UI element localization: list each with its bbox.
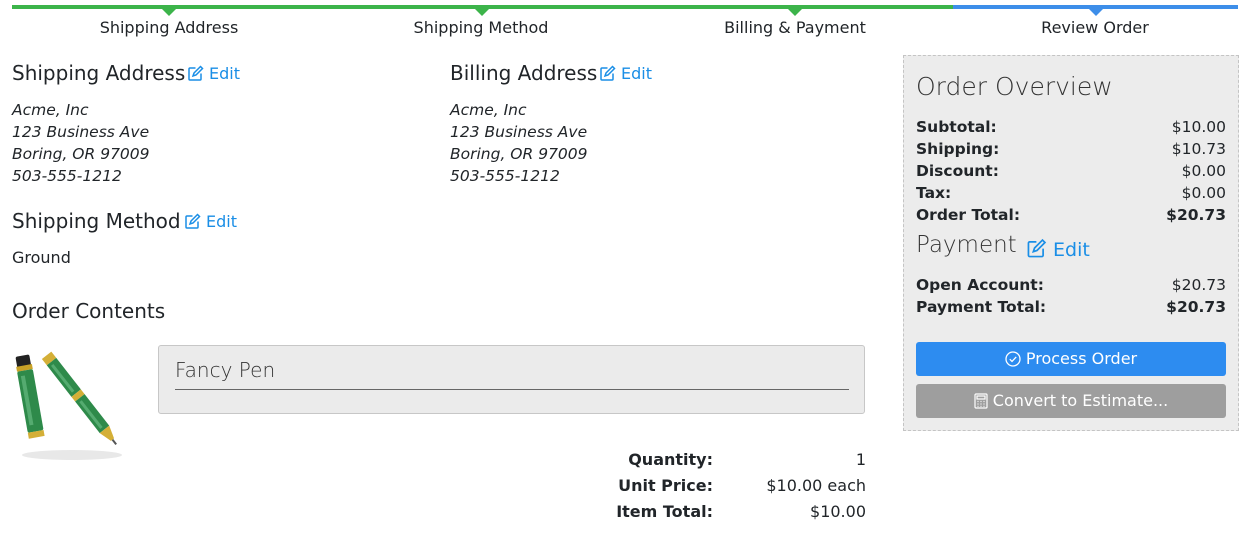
edit-shipping-address-link[interactable]: Edit: [187, 64, 240, 84]
shipping-value: $10.73: [1171, 140, 1226, 158]
address-line: 123 Business Ave: [12, 123, 150, 141]
edit-label: Edit: [206, 212, 237, 231]
shipping-address-block: Acme, Inc 123 Business Ave Boring, OR 97…: [12, 99, 150, 187]
subtotal-row: Subtotal: $10.00: [916, 118, 1226, 140]
discount-row: Discount: $0.00: [916, 162, 1226, 184]
item-total-value: $10.00: [810, 502, 866, 521]
payment-total-row: Payment Total: $20.73: [916, 298, 1226, 320]
step-billing-payment[interactable]: Billing & Payment: [642, 18, 948, 37]
step-marker-icon: [788, 9, 802, 16]
subtotal-value: $10.00: [1171, 118, 1226, 136]
order-total-value: $20.73: [1166, 206, 1226, 224]
address-line: 123 Business Ave: [450, 123, 588, 141]
shipping-row: Shipping: $10.73: [916, 140, 1226, 162]
shipping-label: Shipping:: [916, 140, 1000, 158]
edit-label: Edit: [209, 64, 240, 83]
address-line: Acme, Inc: [450, 101, 527, 119]
billing-address-heading: Billing Address: [450, 61, 598, 85]
shipping-method-value: Ground: [12, 248, 71, 267]
process-order-label: Process Order: [1025, 349, 1138, 368]
order-contents-heading: Order Contents: [12, 299, 166, 323]
edit-icon: [1027, 238, 1047, 258]
step-marker-icon: [162, 9, 176, 16]
tax-value: $0.00: [1181, 184, 1226, 202]
convert-to-estimate-label: Convert to Estimate...: [992, 391, 1169, 410]
payment-total-label: Payment Total:: [916, 298, 1047, 316]
open-account-label: Open Account:: [916, 276, 1044, 294]
pen-product-image: [15, 351, 122, 460]
step-marker-icon: [1089, 9, 1103, 16]
tax-label: Tax:: [916, 184, 952, 202]
edit-billing-address-link[interactable]: Edit: [599, 64, 652, 84]
edit-label: Edit: [621, 64, 652, 83]
discount-value: $0.00: [1181, 162, 1226, 180]
shipping-method-heading: Shipping Method: [12, 209, 181, 233]
open-account-value: $20.73: [1171, 276, 1226, 294]
step-review-order: Review Order: [1041, 18, 1149, 37]
order-total-row: Order Total: $20.73: [916, 206, 1226, 228]
product-card: Fancy Pen: [158, 345, 865, 414]
edit-payment-link[interactable]: Edit: [1026, 237, 1090, 261]
order-total-label: Order Total:: [916, 206, 1021, 224]
discount-label: Discount:: [916, 162, 999, 180]
address-line: 503-555-1212: [450, 167, 560, 185]
address-line: Acme, Inc: [12, 101, 89, 119]
payment-total-value: $20.73: [1166, 298, 1226, 316]
process-order-button[interactable]: Process Order: [916, 342, 1226, 376]
billing-address-block: Acme, Inc 123 Business Ave Boring, OR 97…: [450, 99, 588, 187]
edit-icon: [600, 65, 616, 81]
address-line: Boring, OR 97009: [450, 145, 588, 163]
edit-icon: [185, 213, 201, 229]
subtotal-label: Subtotal:: [916, 118, 997, 136]
step-marker-icon: [475, 9, 489, 16]
quantity-value: 1: [855, 450, 866, 469]
shipping-address-heading: Shipping Address: [12, 61, 186, 85]
edit-shipping-method-link[interactable]: Edit: [184, 212, 237, 232]
edit-icon: [188, 65, 204, 81]
convert-to-estimate-button[interactable]: Convert to Estimate...: [916, 384, 1226, 418]
product-name: Fancy Pen: [175, 358, 276, 382]
address-line: Boring, OR 97009: [12, 145, 150, 163]
calculator-icon: [974, 393, 988, 409]
checkout-progress: Shipping Address Shipping Method Billing…: [12, 5, 1238, 45]
unit-price-value: $10.00 each: [766, 476, 866, 495]
address-line: 503-555-1212: [12, 167, 122, 185]
divider: [175, 389, 849, 390]
order-overview-title: Order Overview: [916, 72, 1113, 101]
order-overview-panel: Order Overview Subtotal: $10.00 Shipping…: [903, 55, 1239, 431]
payment-heading: Payment: [916, 232, 1017, 258]
step-shipping-method[interactable]: Shipping Method: [328, 18, 634, 37]
tax-row: Tax: $0.00: [916, 184, 1226, 206]
edit-label: Edit: [1053, 239, 1090, 261]
check-circle-icon: [1005, 351, 1021, 367]
step-shipping-address[interactable]: Shipping Address: [16, 18, 322, 37]
open-account-row: Open Account: $20.73: [916, 276, 1226, 298]
